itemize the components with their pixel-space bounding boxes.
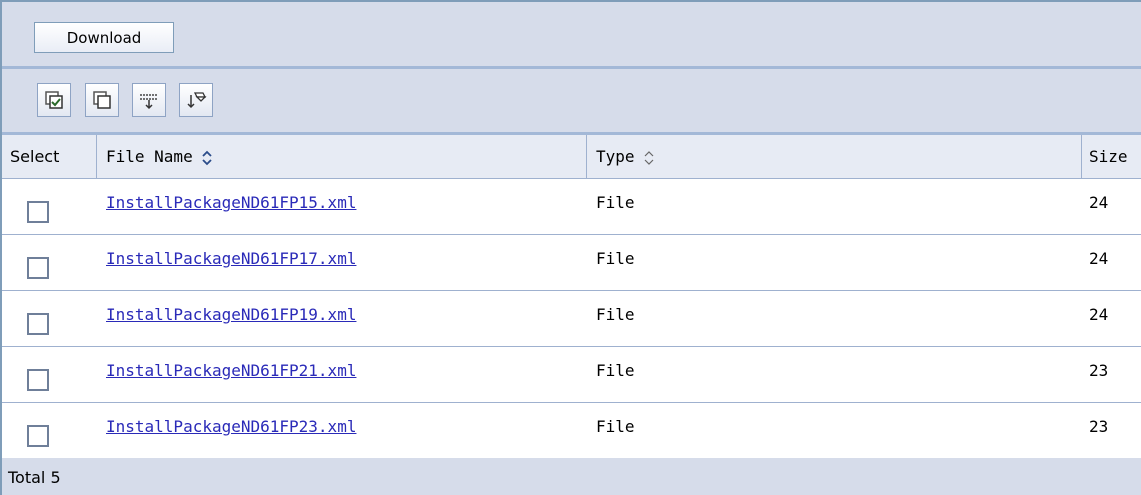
column-header-size[interactable]: Size: [1089, 147, 1128, 166]
row-checkbox[interactable]: [27, 425, 49, 447]
table-row: InstallPackageND61FP15.xml File 24: [2, 179, 1141, 235]
file-size: 24: [1089, 249, 1109, 268]
clear-filter-icon[interactable]: [179, 83, 213, 117]
file-type: File: [596, 361, 635, 380]
column-header-label: File Name: [106, 147, 193, 166]
file-name-link[interactable]: InstallPackageND61FP17.xml: [106, 249, 356, 268]
total-count: Total 5: [8, 468, 61, 487]
table-row: InstallPackageND61FP19.xml File 24: [2, 291, 1141, 347]
file-name-link[interactable]: InstallPackageND61FP19.xml: [106, 305, 356, 324]
table-tools-toolbar: [2, 69, 1141, 132]
column-header-type[interactable]: Type: [596, 147, 655, 167]
row-checkbox[interactable]: [27, 257, 49, 279]
file-name-link[interactable]: InstallPackageND61FP21.xml: [106, 361, 356, 380]
file-size: 23: [1089, 361, 1109, 380]
column-header-select: Select: [10, 147, 60, 166]
row-checkbox[interactable]: [27, 369, 49, 391]
row-checkbox[interactable]: [27, 201, 49, 223]
file-type: File: [596, 305, 635, 324]
file-size: 24: [1089, 193, 1109, 212]
file-type: File: [596, 193, 635, 212]
file-table: Select File Name Type Size InstallPackag…: [2, 135, 1141, 459]
column-header-file-name[interactable]: File Name: [106, 147, 213, 167]
file-type: File: [596, 417, 635, 436]
select-all-icon[interactable]: [37, 83, 71, 117]
table-header: Select File Name Type Size: [2, 135, 1141, 179]
row-checkbox[interactable]: [27, 313, 49, 335]
action-toolbar: Download: [2, 2, 1141, 66]
download-button[interactable]: Download: [34, 22, 174, 53]
file-size: 23: [1089, 417, 1109, 436]
table-footer: Total 5: [2, 458, 1141, 495]
sort-icon[interactable]: [643, 149, 655, 167]
file-name-link[interactable]: InstallPackageND61FP15.xml: [106, 193, 356, 212]
show-filter-icon[interactable]: [132, 83, 166, 117]
file-size: 24: [1089, 305, 1109, 324]
deselect-all-icon[interactable]: [85, 83, 119, 117]
column-header-label: Type: [596, 147, 635, 166]
file-list-panel: Download Select File Name Type Size Inst…: [0, 0, 1141, 495]
table-row: InstallPackageND61FP23.xml File 23: [2, 403, 1141, 459]
sort-icon[interactable]: [201, 149, 213, 167]
table-row: InstallPackageND61FP21.xml File 23: [2, 347, 1141, 403]
table-row: InstallPackageND61FP17.xml File 24: [2, 235, 1141, 291]
file-type: File: [596, 249, 635, 268]
file-name-link[interactable]: InstallPackageND61FP23.xml: [106, 417, 356, 436]
